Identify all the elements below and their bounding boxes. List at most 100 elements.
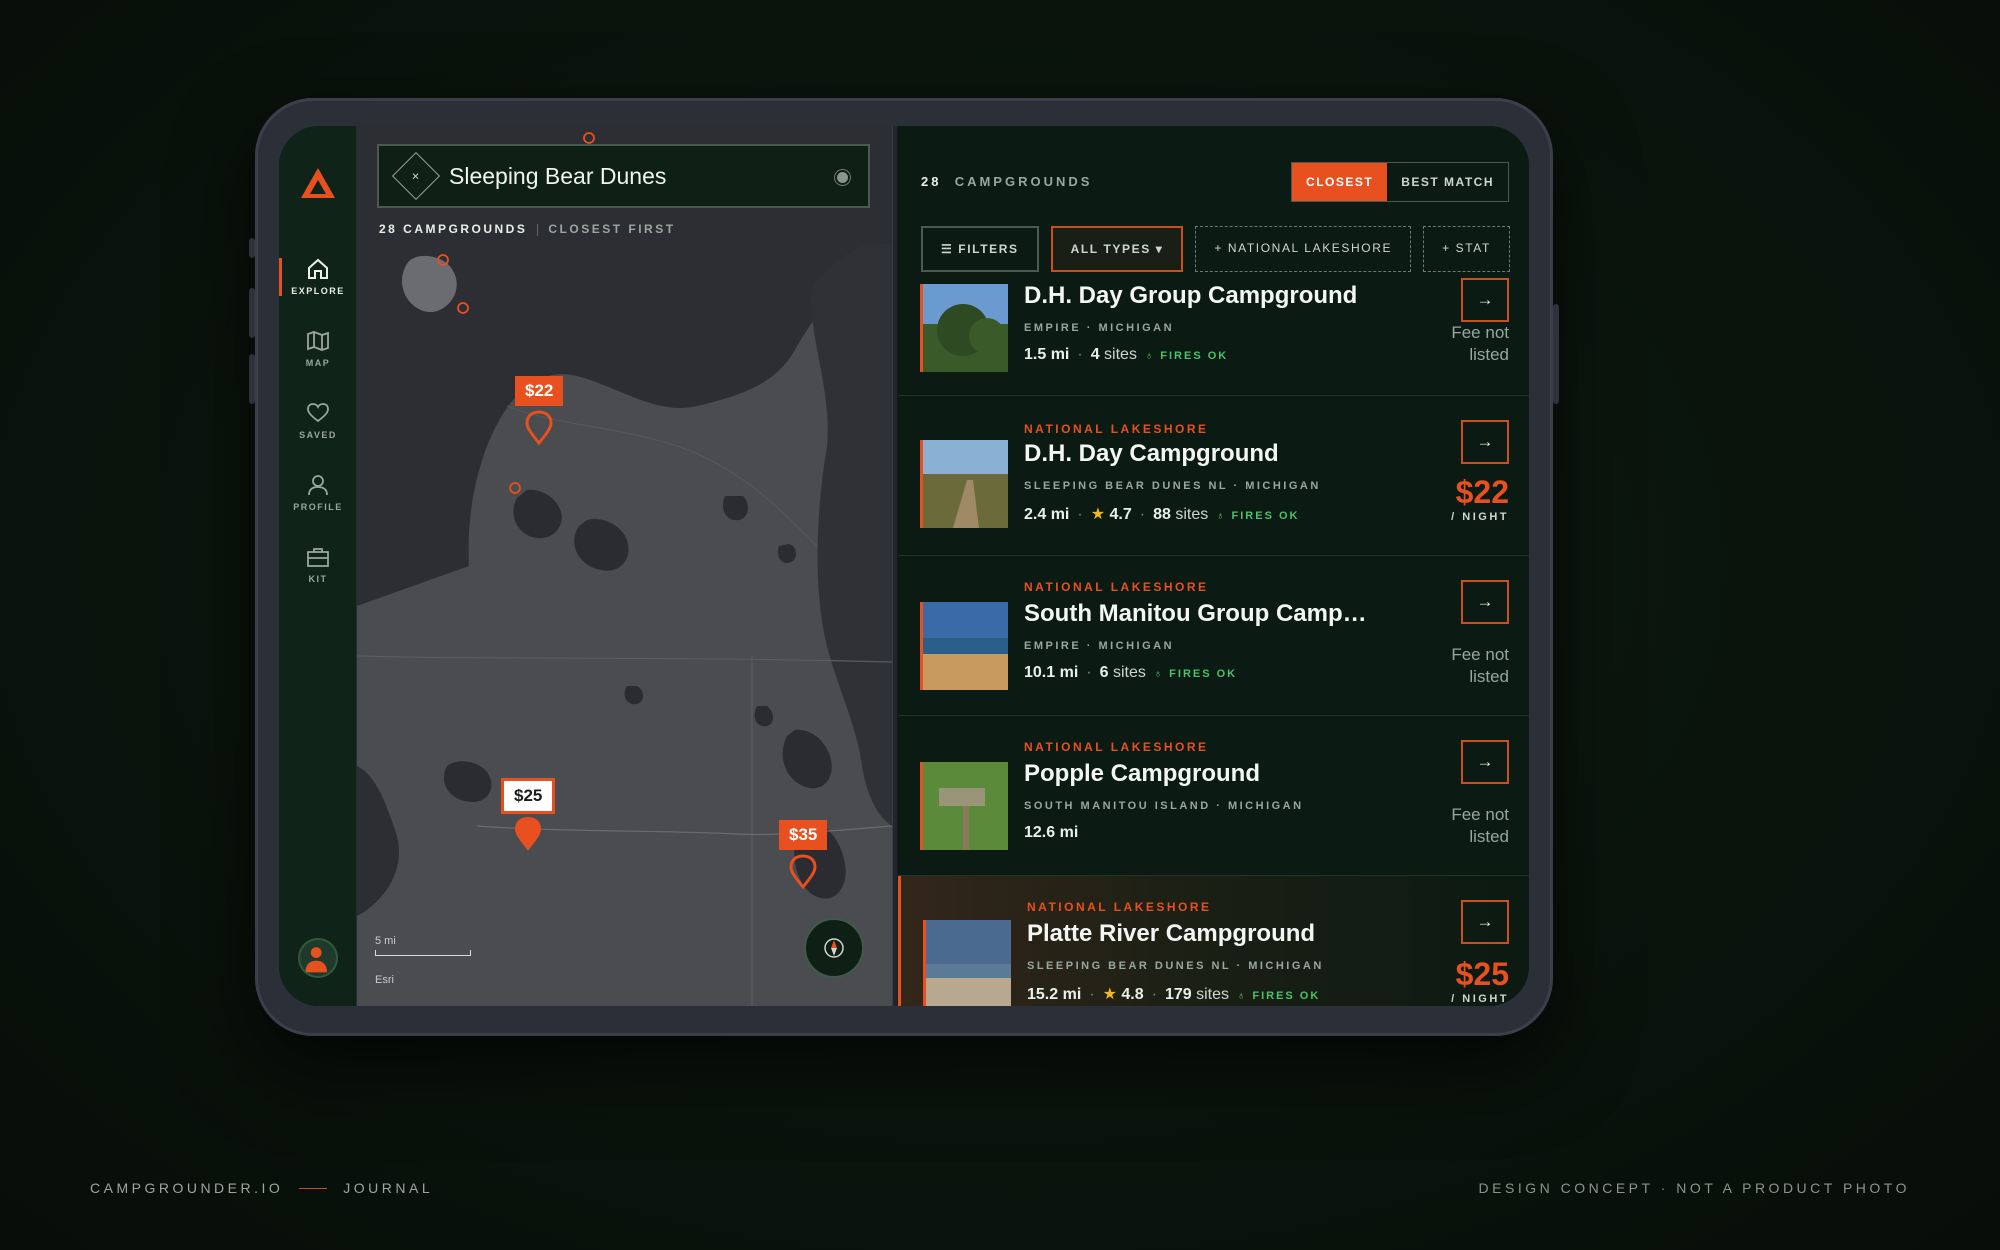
nav-map[interactable]: MAP [279,328,357,368]
search-bar[interactable]: × [377,144,870,208]
compass-icon [824,938,844,958]
footer-section: JOURNAL [343,1180,434,1196]
nav-saved[interactable]: SAVED [279,400,357,440]
campground-photo [920,440,1008,528]
search-input[interactable] [449,162,809,190]
scale-bar [375,950,471,956]
nav-rail: EXPLORE MAP SAVED PROFILE KIT [279,126,357,1006]
map-pin-price[interactable]: $22 [515,376,564,446]
pin-price-tag: $22 [515,376,564,406]
campground-card[interactable]: D.H. Day Group Campground EMPIRE · MICHI… [898,278,1529,396]
campground-photo [920,762,1008,850]
brand-name: CAMPGROUNDER.IO [90,1180,284,1196]
campground-location: EMPIRE · MICHIGAN [1024,322,1175,334]
map-pin-price-selected[interactable]: $25 [501,778,556,852]
nav-label: EXPLORE [291,286,345,296]
location-dot-icon[interactable] [837,172,848,183]
map-sort-label: CLOSEST FIRST [548,222,676,236]
campground-photo [920,602,1008,690]
map-count-label: 28 CAMPGROUNDS [379,222,528,236]
close-icon: × [412,168,420,184]
campground-card-selected[interactable]: NATIONAL LAKESHORE Platte River Campgrou… [898,876,1529,1006]
side-button [249,288,255,338]
footer-disclaimer: DESIGN CONCEPT · NOT A PRODUCT PHOTO [1478,1180,1910,1196]
campground-stats: 10.1 mi · 6 sites ♁ FIRES OK [1024,664,1238,681]
results-count: 28 CAMPGROUNDS [921,174,1093,189]
nav-label: PROFILE [293,502,343,512]
open-campground-button[interactable]: → [1461,900,1509,944]
campground-stats: 15.2 mi · ★ 4.8 · 179 sites ♁ FIRES OK [1027,986,1321,1003]
fee-not-listed: Fee not listed [1451,323,1509,364]
map-icon [307,331,329,351]
fee-not-listed: Fee not listed [1451,645,1509,686]
campground-photo [923,920,1011,1006]
campground-card[interactable]: NATIONAL LAKESHORE Popple Campground SOU… [898,716,1529,876]
campground-type: NATIONAL LAKESHORE [1024,422,1209,436]
pin-marker-icon [525,410,553,446]
nav-kit[interactable]: KIT [279,544,357,584]
campground-stats: 2.4 mi · ★ 4.7 · 88 sites ♁ FIRES OK [1024,506,1300,523]
campground-location: EMPIRE · MICHIGAN [1024,640,1175,652]
map-scale: 5 mi [375,935,471,956]
campground-name: D.H. Day Campground [1024,440,1279,467]
campground-name: Popple Campground [1024,760,1260,787]
map-result-meta: 28 CAMPGROUNDS CLOSEST FIRST [379,222,676,236]
pin-marker-icon [789,854,817,890]
side-button [1553,304,1559,404]
compass-button[interactable] [804,918,864,978]
results-header: 28 CAMPGROUNDS CLOSEST BEST MATCH [921,162,1509,202]
campground-location: SOUTH MANITOU ISLAND · MICHIGAN [1024,800,1304,812]
footer-brand: CAMPGROUNDER.IO JOURNAL [90,1180,433,1196]
home-icon [308,258,328,279]
side-button [249,238,255,258]
avatar-user-icon [305,947,327,973]
scale-label: 5 mi [375,935,396,947]
fee-not-listed: Fee not listed [1451,805,1509,846]
map-pin-price[interactable]: $35 [779,820,828,890]
nav-label: KIT [308,574,328,584]
nav-label: SAVED [299,430,337,440]
filter-chips: ☰ FILTERS ALL TYPES ▾ + NATIONAL LAKESHO… [921,226,1510,272]
campground-card[interactable]: NATIONAL LAKESHORE South Manitou Group C… [898,556,1529,716]
campground-type: NATIONAL LAKESHORE [1024,580,1209,594]
heart-icon [307,403,329,423]
user-icon [308,475,328,496]
campground-price: $25 / NIGHT [1451,956,1509,1005]
sort-toggle: CLOSEST BEST MATCH [1291,162,1509,202]
avatar[interactable] [298,938,338,978]
campground-type: NATIONAL LAKESHORE [1027,900,1212,914]
campground-name: South Manitou Group Camp… [1024,600,1367,627]
filters-button[interactable]: ☰ FILTERS [921,226,1039,272]
screen: EXPLORE MAP SAVED PROFILE KIT × Sleeping… [279,126,1529,1006]
results-panel: 28 CAMPGROUNDS CLOSEST BEST MATCH ☰ FILT… [898,126,1529,1006]
campground-stats: 1.5 mi · 4 sites ♁ FIRES OK [1024,346,1229,363]
divider-line [299,1187,328,1189]
nav-profile[interactable]: PROFILE [279,472,357,512]
open-campground-button[interactable]: → [1461,420,1509,464]
campground-type: NATIONAL LAKESHORE [1024,740,1209,754]
campground-card[interactable]: NATIONAL LAKESHORE D.H. Day Campground S… [898,396,1529,556]
campground-location: SLEEPING BEAR DUNES NL · MICHIGAN [1027,960,1324,972]
map-panel[interactable]: × 28 CAMPGROUNDS CLOSEST FIRST $22 $25 $3… [357,126,892,1006]
nav-explore[interactable]: EXPLORE [279,256,357,296]
campground-location: SLEEPING BEAR DUNES NL · MICHIGAN [1024,480,1321,492]
briefcase-icon [307,548,329,567]
pin-marker-icon [515,816,542,851]
sort-best-match-button[interactable]: BEST MATCH [1387,163,1508,201]
open-campground-button[interactable]: → [1461,278,1509,322]
open-campground-button[interactable]: → [1461,740,1509,784]
nav-label: MAP [305,358,331,368]
open-campground-button[interactable]: → [1461,580,1509,624]
all-types-dropdown[interactable]: ALL TYPES ▾ [1050,226,1184,272]
add-filter-chip[interactable]: + NATIONAL LAKESHORE [1195,226,1412,272]
campground-photo [920,284,1008,372]
campground-name: D.H. Day Group Campground [1024,282,1358,309]
pin-price-tag: $35 [779,820,828,850]
app-logo-icon [301,168,335,198]
clear-search-button[interactable]: × [391,151,441,201]
map-attribution: Esri [375,974,394,986]
campground-stats: 12.6 mi [1024,824,1079,841]
sort-closest-button[interactable]: CLOSEST [1292,163,1388,201]
tablet-device: EXPLORE MAP SAVED PROFILE KIT × Sleeping… [249,98,1559,1036]
add-filter-chip[interactable]: + STAT [1423,226,1510,272]
